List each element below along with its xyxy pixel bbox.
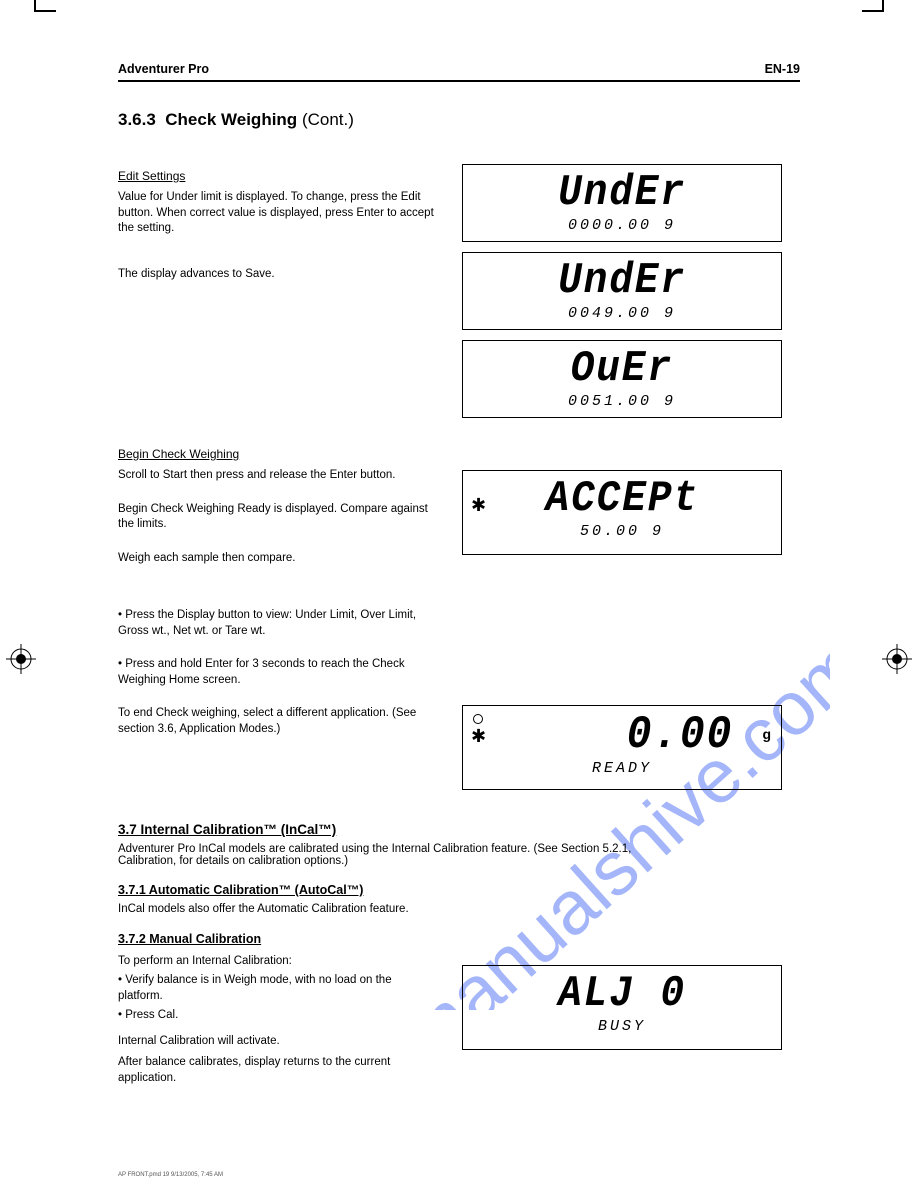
star-icon: ✱ <box>471 726 486 747</box>
begin-s1: Scroll to Start then press and release t… <box>118 468 438 484</box>
lcd-over-0051: OuEr 0051.00 9 <box>462 340 782 418</box>
section-title: 3.6.3 Check Weighing (Cont.) <box>118 110 800 130</box>
lcd-under-0049: UndEr 0049.00 9 <box>462 252 782 330</box>
mancal-s4: Internal Calibration will activate. <box>118 1034 438 1050</box>
cal-p1: Adventurer Pro InCal models are calibrat… <box>118 843 658 867</box>
mancal-s3: • Press Cal. <box>118 1008 438 1024</box>
lcd-busy: ALJ 0 BUSY <box>462 965 782 1050</box>
footer-smallprint: AP FRONT.pmd 19 9/13/2005, 7:45 AM <box>118 1172 223 1178</box>
edit-p1: Value for Under limit is displayed. To c… <box>118 190 438 237</box>
begin-s4: • Press the Display button to view: Unde… <box>118 608 438 639</box>
edit-settings-head: Edit Settings <box>118 168 438 184</box>
header-brand: Adventurer Pro <box>118 62 209 76</box>
cal-head: 3.7 Internal Calibration™ (InCal™) <box>118 822 336 837</box>
mancal-s2: • Verify balance is in Weigh mode, with … <box>118 973 438 1004</box>
autocal-p1: InCal models also offer the Automatic Ca… <box>118 903 658 915</box>
registration-mark-left <box>6 644 36 674</box>
registration-mark-right <box>882 644 912 674</box>
star-icon: ✱ <box>471 495 486 516</box>
lcd-under-0000: UndEr 0000.00 9 <box>462 164 782 242</box>
lcd-accept: ✱ ACCEPt 50.00 9 <box>462 470 782 555</box>
mancal-s5: After balance calibrates, display return… <box>118 1055 438 1086</box>
begin-s6: To end Check weighing, select a differen… <box>118 706 438 737</box>
autocal-head: 3.7.1 Automatic Calibration™ (AutoCal™) <box>118 883 363 897</box>
header-page: EN-19 <box>765 62 800 76</box>
mancal-head: 3.7.2 Manual Calibration <box>118 932 261 946</box>
circle-icon <box>473 714 483 724</box>
begin-head: Begin Check Weighing <box>118 446 438 462</box>
begin-s5: • Press and hold Enter for 3 seconds to … <box>118 657 438 688</box>
begin-s3: Weigh each sample then compare. <box>118 551 438 567</box>
edit-p2: The display advances to Save. <box>118 267 438 283</box>
mancal-s1: To perform an Internal Calibration: <box>118 954 438 970</box>
lcd-ready: ✱ g 0.00 READY <box>462 705 782 790</box>
begin-s2: Begin Check Weighing Ready is displayed.… <box>118 502 438 533</box>
